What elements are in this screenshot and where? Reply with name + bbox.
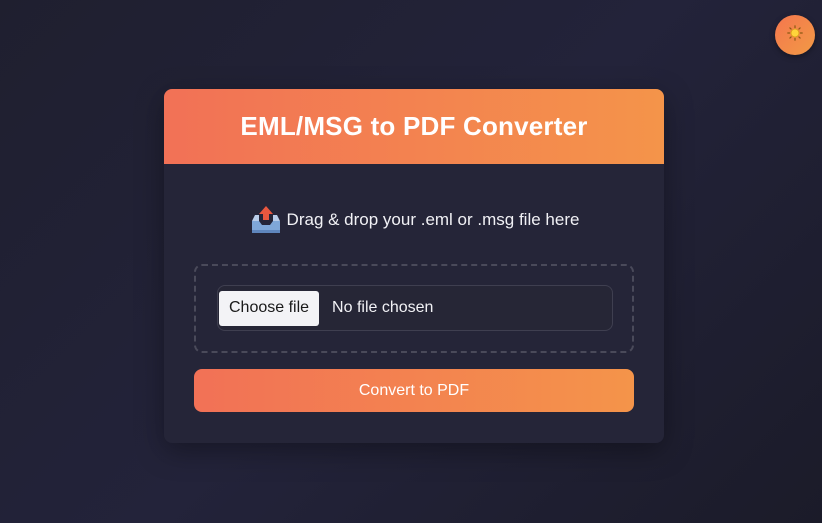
card-header: EML/MSG to PDF Converter — [164, 89, 664, 164]
outbox-tray-icon — [249, 203, 283, 237]
choose-file-button[interactable]: Choose file — [219, 290, 320, 326]
drop-instruction-text: Drag & drop your .eml or .msg file here — [286, 210, 580, 229]
converter-card: EML/MSG to PDF Converter Drag & drop you… — [164, 89, 664, 443]
theme-toggle-button[interactable] — [775, 15, 815, 55]
page-title: EML/MSG to PDF Converter — [240, 111, 588, 141]
sun-icon — [787, 24, 803, 46]
drop-instruction: Drag & drop your .eml or .msg file here — [164, 203, 664, 237]
file-input[interactable]: Choose file No file chosen — [217, 285, 613, 331]
file-dropzone[interactable]: Choose file No file chosen — [194, 264, 634, 353]
file-status-text: No file chosen — [332, 299, 434, 316]
convert-to-pdf-button[interactable]: Convert to PDF — [194, 369, 634, 412]
